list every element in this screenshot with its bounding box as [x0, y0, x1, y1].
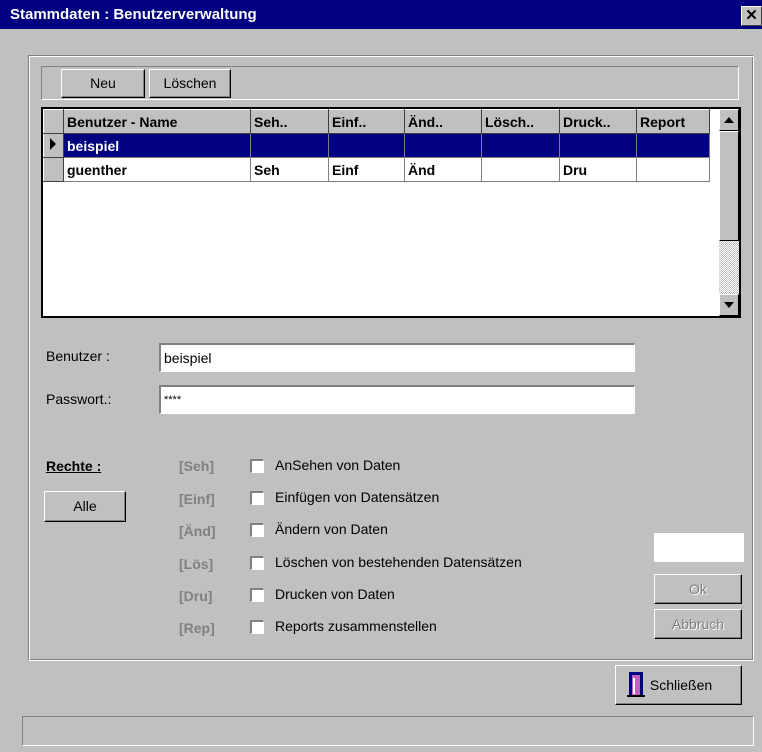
- scroll-down-button[interactable]: [719, 294, 739, 316]
- cell-name[interactable]: guenther: [63, 157, 251, 182]
- cell-aend[interactable]: [404, 133, 482, 158]
- cell-name[interactable]: beispiel: [63, 133, 251, 158]
- checkbox-loesch[interactable]: [250, 556, 264, 570]
- right-tag-seh: [Seh]: [179, 458, 214, 474]
- window-title: Stammdaten : Benutzerverwaltung: [10, 6, 257, 23]
- user-label: Benutzer :: [46, 348, 110, 364]
- cell-druck[interactable]: [559, 133, 637, 158]
- checkbox-dru[interactable]: [250, 588, 264, 602]
- users-grid[interactable]: Benutzer - Name Seh.. Einf.. Änd.. Lösch…: [41, 107, 741, 318]
- cell-report[interactable]: [636, 157, 710, 182]
- checkbox-label-dru[interactable]: Drucken von Daten: [275, 586, 395, 602]
- arrow-down-icon: [724, 302, 734, 308]
- all-rights-button[interactable]: Alle: [44, 491, 126, 522]
- checkbox-rep[interactable]: [250, 620, 264, 634]
- right-tag-aend: [Änd]: [179, 523, 216, 539]
- new-button[interactable]: Neu: [61, 69, 145, 98]
- user-field[interactable]: [159, 343, 635, 372]
- password-field[interactable]: [159, 385, 635, 414]
- cell-report[interactable]: [636, 133, 710, 158]
- scroll-up-button[interactable]: [719, 109, 739, 131]
- table-row[interactable]: beispiel: [43, 133, 710, 158]
- checkbox-label-seh[interactable]: AnSehen von Daten: [275, 457, 400, 473]
- vertical-scrollbar[interactable]: [719, 109, 739, 316]
- column-header-aend[interactable]: Änd..: [404, 109, 482, 134]
- checkbox-seh[interactable]: [250, 459, 264, 473]
- close-window-button[interactable]: Schließen: [615, 665, 742, 705]
- status-bar: [22, 716, 754, 746]
- row-indicator[interactable]: [43, 133, 64, 158]
- rights-heading: Rechte :: [46, 458, 102, 474]
- scroll-thumb[interactable]: [719, 131, 739, 241]
- arrow-up-icon: [724, 117, 734, 123]
- header-corner: [43, 109, 64, 134]
- cell-druck[interactable]: Dru: [559, 157, 637, 182]
- title-bar: Stammdaten : Benutzerverwaltung ✕: [0, 0, 762, 29]
- grid-toolbar: [41, 66, 739, 100]
- cell-einf[interactable]: Einf: [328, 157, 405, 182]
- cell-seh[interactable]: Seh: [250, 157, 329, 182]
- users-table: Benutzer - Name Seh.. Einf.. Änd.. Lösch…: [43, 109, 710, 182]
- table-header: Benutzer - Name Seh.. Einf.. Änd.. Lösch…: [43, 109, 710, 134]
- right-tag-rep: [Rep]: [179, 620, 215, 636]
- close-icon[interactable]: ✕: [741, 6, 762, 26]
- cell-seh[interactable]: [250, 133, 329, 158]
- row-indicator[interactable]: [43, 157, 64, 182]
- close-window-label: Schließen: [649, 677, 713, 693]
- table-row[interactable]: guenther Seh Einf Änd Dru: [43, 157, 710, 182]
- column-header-einf[interactable]: Einf..: [328, 109, 405, 134]
- right-tag-dru: [Dru]: [179, 588, 213, 604]
- cell-loesch[interactable]: [481, 133, 560, 158]
- column-header-druck[interactable]: Druck..: [559, 109, 637, 134]
- info-box: [654, 533, 744, 562]
- column-header-loesch[interactable]: Lösch..: [481, 109, 560, 134]
- column-header-report[interactable]: Report: [636, 109, 710, 134]
- cancel-button[interactable]: Abbruch: [654, 609, 742, 639]
- column-header-name[interactable]: Benutzer - Name: [63, 109, 251, 134]
- delete-button[interactable]: Löschen: [149, 69, 231, 98]
- checkbox-aend[interactable]: [250, 523, 264, 537]
- door-exit-icon: [627, 672, 645, 698]
- checkbox-einf[interactable]: [250, 491, 264, 505]
- cell-einf[interactable]: [328, 133, 405, 158]
- row-pointer-icon: [50, 138, 56, 150]
- checkbox-label-einf[interactable]: Einfügen von Datensätzen: [275, 489, 439, 505]
- cell-loesch[interactable]: [481, 157, 560, 182]
- ok-button[interactable]: Ok: [654, 574, 742, 604]
- right-tag-loesch: [Lös]: [179, 556, 214, 572]
- password-label: Passwort.:: [46, 391, 112, 407]
- checkbox-label-rep[interactable]: Reports zusammenstellen: [275, 618, 437, 634]
- right-tag-einf: [Einf]: [179, 491, 215, 507]
- cell-aend[interactable]: Änd: [404, 157, 482, 182]
- column-header-seh[interactable]: Seh..: [250, 109, 329, 134]
- checkbox-label-aend[interactable]: Ändern von Daten: [275, 521, 388, 537]
- checkbox-label-loesch[interactable]: Löschen von bestehenden Datensätzen: [275, 554, 522, 570]
